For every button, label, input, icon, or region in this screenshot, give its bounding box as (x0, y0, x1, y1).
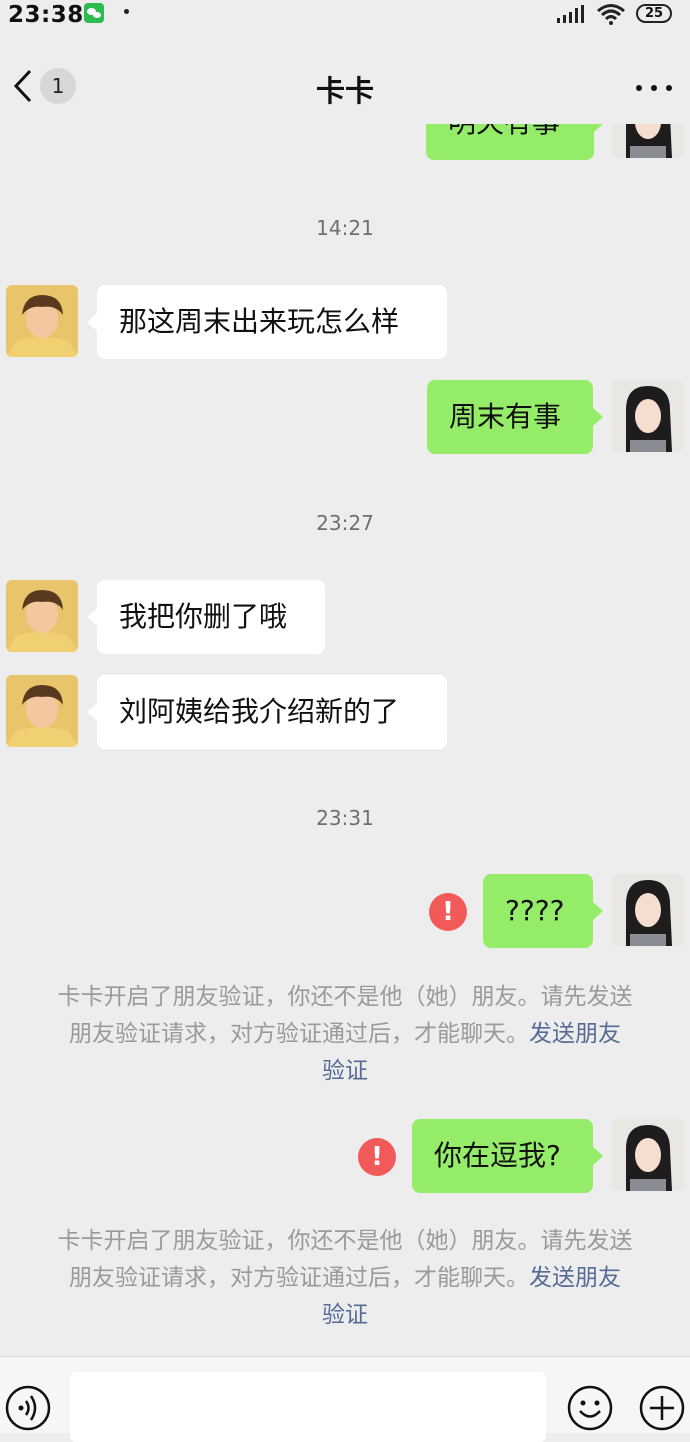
send-verification-link-continued[interactable]: 验证 (40, 1297, 650, 1334)
more-icon[interactable] (632, 76, 676, 96)
notice-text: 朋友验证请求，对方验证通过后，才能聊天。 (69, 1021, 529, 1047)
timestamp: 23:31 (316, 806, 374, 830)
message-text: 刘阿姨给我介绍新的了 (119, 695, 400, 728)
contact-avatar[interactable] (6, 675, 78, 747)
friend-verification-notice: 卡卡开启了朋友验证，你还不是他（她）朋友。请先发送 朋友验证请求，对方验证通过后… (40, 979, 650, 1090)
message-text: 你在逗我? (434, 1139, 561, 1172)
message-text: 那这周末出来玩怎么样 (119, 305, 400, 338)
scrolled-message-row: 明天有事 (0, 124, 690, 160)
message-text: 明天有事 (448, 124, 560, 139)
message-bubble[interactable]: 周末有事 (427, 380, 603, 454)
status-time: 23:38 (8, 2, 84, 28)
message-bubble[interactable]: 我把你删了哦 (87, 580, 325, 654)
contact-avatar[interactable] (6, 580, 78, 652)
notification-dot-icon (124, 9, 129, 14)
my-avatar[interactable] (612, 874, 684, 946)
my-avatar[interactable] (612, 380, 684, 452)
message-bubble[interactable]: 你在逗我? (412, 1119, 603, 1193)
plus-icon[interactable] (638, 1384, 686, 1432)
timestamp: 14:21 (316, 216, 374, 240)
send-verification-link[interactable]: 发送朋友 (529, 1265, 621, 1291)
notice-line: 朋友验证请求，对方验证通过后，才能聊天。发送朋友 (40, 1016, 650, 1053)
my-avatar[interactable] (612, 1119, 684, 1191)
voice-icon[interactable] (4, 1384, 52, 1432)
message-bubble[interactable]: 明天有事 (426, 124, 604, 160)
notice-text: 朋友验证请求，对方验证通过后，才能聊天。 (69, 1265, 529, 1291)
send-verification-link-continued[interactable]: 验证 (40, 1053, 650, 1090)
message-bubble[interactable]: 那这周末出来玩怎么样 (87, 285, 447, 359)
signal-icon (557, 5, 584, 23)
message-text: 周末有事 (449, 400, 562, 433)
chat-title: 卡卡 (315, 74, 374, 108)
notice-line: 朋友验证请求，对方验证通过后，才能聊天。发送朋友 (40, 1260, 650, 1297)
friend-verification-notice: 卡卡开启了朋友验证，你还不是他（她）朋友。请先发送 朋友验证请求，对方验证通过后… (40, 1223, 650, 1334)
message-bubble[interactable]: ???? (483, 874, 603, 948)
error-icon[interactable]: ! (429, 893, 467, 931)
message-text: ???? (505, 894, 565, 927)
wifi-icon (597, 4, 625, 25)
emoji-icon[interactable] (566, 1384, 614, 1432)
message-bubble[interactable]: 刘阿姨给我介绍新的了 (87, 675, 447, 749)
contact-avatar[interactable] (6, 285, 78, 357)
notice-line: 卡卡开启了朋友验证，你还不是他（她）朋友。请先发送 (57, 984, 633, 1010)
wechat-notification-icon (84, 3, 104, 23)
timestamp: 23:27 (316, 511, 374, 535)
message-text: 我把你删了哦 (119, 600, 288, 633)
notice-line: 卡卡开启了朋友验证，你还不是他（她）朋友。请先发送 (57, 1228, 633, 1254)
error-icon[interactable]: ! (358, 1138, 396, 1176)
my-avatar[interactable] (612, 124, 684, 158)
battery-indicator: 25 (636, 4, 672, 23)
send-verification-link[interactable]: 发送朋友 (529, 1021, 621, 1047)
